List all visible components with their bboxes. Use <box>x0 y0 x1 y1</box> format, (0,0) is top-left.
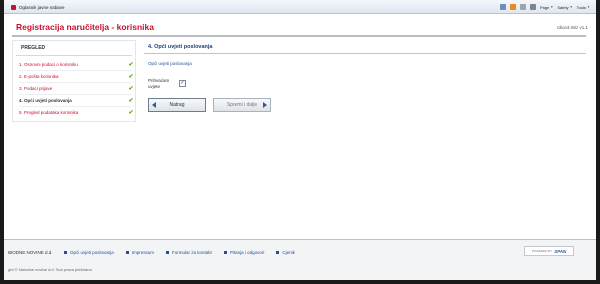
accept-terms-label: Prihvaćam uvjete <box>148 78 170 89</box>
window-frame-bottom <box>0 280 600 284</box>
tab-title: Oglasnik javne nabave <box>19 5 65 10</box>
step-label: 1. Osnovni podaci o korisniku <box>19 61 78 67</box>
footer-company: IBODNE NOVINE d.d. <box>8 250 53 255</box>
safety-menu[interactable]: Safety ▼ <box>557 5 572 10</box>
arrow-left-icon <box>152 102 156 108</box>
footer-link-terms[interactable]: Opći uvjeti poslovanja <box>64 250 114 255</box>
checkmark-icon: ✔ <box>128 85 134 92</box>
footer-link-label: Pitanja i odgovori <box>229 250 265 255</box>
checkmark-icon: ✔ <box>128 73 134 80</box>
chevron-down-icon: ▼ <box>569 5 573 9</box>
footer-link-label: Cjenik <box>282 250 295 255</box>
header-divider <box>12 35 586 37</box>
tools-menu-label: Tools <box>576 4 587 10</box>
powered-by-text: POWERED BY <box>531 249 553 253</box>
page-menu-label: Page <box>540 4 550 10</box>
footer-link-contact[interactable]: Formular za kontakt <box>166 250 212 255</box>
back-button-label: Natrag <box>169 102 185 108</box>
footer-link-label: Opći uvjeti poslovanja <box>70 250 114 255</box>
sidebar-title: PREGLED <box>21 45 46 51</box>
footer-link-label: Impressum <box>131 250 155 255</box>
browser-command-bar: Oglasnik javne nabave Page ▼ Safety ▼ To… <box>4 0 596 14</box>
back-button[interactable]: Natrag <box>148 98 206 112</box>
save-and-continue-label: Spremi i dalje <box>226 102 258 108</box>
footer-link-impressum[interactable]: Impressum <box>125 250 155 255</box>
checkmark-icon: ✔ <box>128 61 134 68</box>
powered-by-badge[interactable]: POWERED BY SPAN <box>524 246 574 256</box>
bullet-icon <box>166 251 170 254</box>
favicon-icon <box>11 5 16 10</box>
save-and-continue-button[interactable]: Spremi i dalje <box>213 98 271 112</box>
footer: IBODNE NOVINE d.d. Opći uvjeti poslovanj… <box>4 240 596 280</box>
footer-link-label: Formular za kontakt <box>172 250 212 255</box>
chevron-down-icon: ▼ <box>550 5 554 9</box>
sidebar-step-4[interactable]: 4. Opći uvjeti poslovanja ✔ <box>19 95 135 105</box>
checkmark-icon: ✔ <box>128 97 134 104</box>
overview-sidebar: PREGLED 1. Osnovni podaci o korisniku ✔ … <box>12 40 136 122</box>
footer-link-pricing[interactable]: Cjenik <box>276 250 295 255</box>
chevron-down-icon: ▼ <box>587 5 590 9</box>
sidebar-divider <box>16 55 132 56</box>
copyright-text: ght © Narodne novine d.d. Sva prava prid… <box>8 267 92 272</box>
accept-terms-checkbox[interactable]: ✓ <box>179 80 186 87</box>
step-label: 5. Pregled podataka korisnika <box>19 109 79 115</box>
page-title: Registracija naručitelja - korisnika <box>16 22 154 32</box>
window-frame-right <box>596 0 600 284</box>
arrow-right-icon <box>263 102 267 108</box>
print-icon[interactable] <box>530 4 537 10</box>
browser-tab[interactable]: Oglasnik javne nabave <box>8 2 140 13</box>
sidebar-step-5[interactable]: 5. Pregled podataka korisnika ✔ <box>19 107 135 117</box>
tools-menu[interactable]: Tools ▼ <box>577 5 590 10</box>
step-label: 4. Opći uvjeti poslovanja <box>19 97 72 103</box>
sidebar-step-1[interactable]: 1. Osnovni podaci o korisniku ✔ <box>19 59 135 69</box>
sidebar-step-3[interactable]: 3. Podaci prijave ✔ <box>19 83 135 93</box>
command-toolbar: Page ▼ Safety ▼ Tools ▼ <box>500 3 590 11</box>
footer-link-faq[interactable]: Pitanja i odgovori <box>223 250 265 255</box>
terms-link[interactable]: Opći uvjeti poslovanja <box>148 61 192 66</box>
bullet-icon <box>64 251 67 254</box>
sidebar-step-2[interactable]: 2. E-pošta korisnika ✔ <box>19 71 135 81</box>
checkmark-icon: ✔ <box>128 109 134 116</box>
feed-icon[interactable] <box>510 4 517 10</box>
section-title: 4. Opći uvjeti poslovanja <box>148 44 213 50</box>
section-divider <box>144 53 586 54</box>
safety-menu-label: Safety <box>557 4 569 10</box>
step-label: 2. E-pošta korisnika <box>19 73 59 79</box>
bullet-icon <box>276 251 280 254</box>
bullet-icon <box>223 251 227 254</box>
bullet-icon <box>125 251 129 254</box>
span-logo: SPAN <box>554 248 567 254</box>
footer-links: Opći uvjeti poslovanja Impressum Formula… <box>64 250 295 255</box>
version-label: Idion3.Wiz v1.1 <box>557 25 588 30</box>
mail-icon[interactable] <box>520 4 527 10</box>
step-label: 3. Podaci prijave <box>19 85 53 91</box>
page-menu[interactable]: Page ▼ <box>540 5 553 10</box>
home-icon[interactable] <box>500 4 507 10</box>
